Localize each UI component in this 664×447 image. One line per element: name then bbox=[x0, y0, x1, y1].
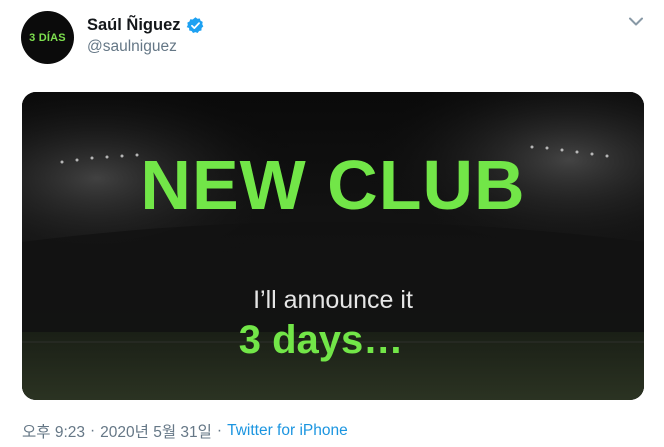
tweet: 3 DÍAS Saúl Ñiguez @saulniguez NEW CLUB … bbox=[0, 0, 664, 447]
meta-separator: · bbox=[216, 422, 223, 439]
chevron-down-icon[interactable] bbox=[627, 15, 645, 29]
meta-separator: · bbox=[90, 422, 96, 439]
media-headline: NEW CLUB bbox=[140, 146, 526, 224]
author-name-row: Saúl Ñiguez bbox=[87, 14, 205, 36]
avatar[interactable]: 3 DÍAS bbox=[21, 11, 74, 64]
display-name[interactable]: Saúl Ñiguez bbox=[87, 16, 181, 35]
media-subline: I’ll announce it bbox=[253, 286, 413, 314]
tweet-meta: 오후 9:23 · 2020년 5월 31일 · Twitter for iPh… bbox=[22, 420, 348, 442]
verified-badge-icon bbox=[186, 16, 205, 35]
tweet-date[interactable]: 2020년 5월 31일 bbox=[100, 420, 212, 442]
tweet-time[interactable]: 오후 9:23 bbox=[22, 420, 85, 442]
tweet-media-image[interactable]: NEW CLUB I’ll announce it 3 days… bbox=[22, 92, 644, 400]
user-handle[interactable]: @saulniguez bbox=[87, 38, 177, 56]
avatar-text: 3 DÍAS bbox=[29, 31, 66, 44]
media-days-text: 3 days… bbox=[238, 318, 404, 362]
tweet-source-link[interactable]: Twitter for iPhone bbox=[227, 422, 348, 440]
